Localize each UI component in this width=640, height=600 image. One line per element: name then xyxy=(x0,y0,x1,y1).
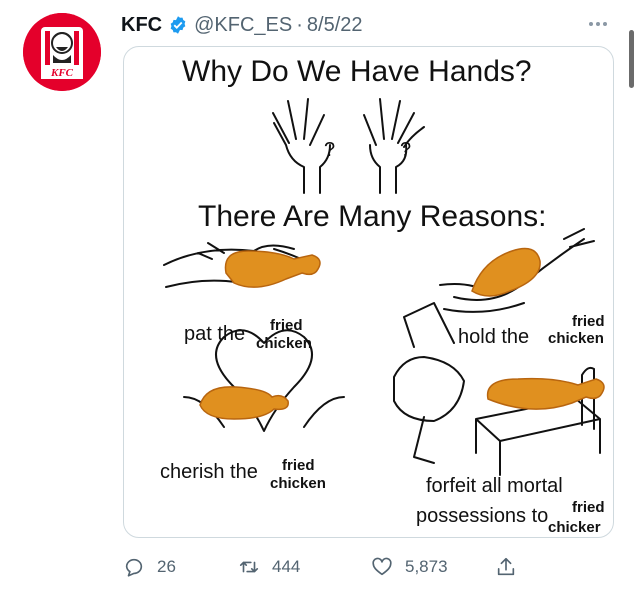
svg-text:KFC: KFC xyxy=(50,67,74,79)
caption-pat-fried: fried xyxy=(270,317,303,334)
raised-hand-left-icon xyxy=(272,98,331,194)
tweet-date[interactable]: 8/5/22 xyxy=(307,14,363,37)
verified-badge-icon xyxy=(170,16,186,34)
like-count: 5,873 xyxy=(405,557,448,576)
caption-pat-chicken: chicken xyxy=(256,335,312,352)
chicken-hold xyxy=(471,247,541,297)
like-button[interactable]: 5,873 xyxy=(371,553,448,581)
retweet-count: 444 xyxy=(272,557,301,576)
tweet-image[interactable]: Why Do We Have Hands? ? ? There Are Many… xyxy=(123,46,614,538)
caption-cherish-verb: cherish the xyxy=(160,461,258,483)
share-button[interactable] xyxy=(495,553,517,581)
separator-dot: · xyxy=(296,13,303,36)
image-title: Why Do We Have Hands? xyxy=(182,55,532,88)
fist-with-money-icon xyxy=(393,302,465,464)
chicken-bed xyxy=(486,377,605,410)
heart-icon xyxy=(372,557,392,576)
caption-cherish-chicken: chicken xyxy=(270,475,326,492)
tweet-actions: 26 444 5,873 xyxy=(123,553,543,581)
raised-hand-right-icon xyxy=(363,98,425,194)
share-icon xyxy=(497,557,515,576)
caption-forfeit-line2: possessions to xyxy=(416,505,549,527)
chicken-heart xyxy=(199,386,289,420)
reply-icon xyxy=(125,558,143,577)
fried-chicken-pieces xyxy=(199,247,605,420)
reply-count: 26 xyxy=(157,557,176,576)
caption-forfeit-fried: fried xyxy=(572,499,605,516)
caption-forfeit-line1: forfeit all mortal xyxy=(426,475,563,497)
author-handle[interactable]: @KFC_ES xyxy=(194,14,292,37)
question-mark-right: ? xyxy=(400,139,412,161)
caption-hold-fried: fried xyxy=(572,313,605,330)
caption-cherish-fried: fried xyxy=(282,457,315,474)
retweet-button[interactable]: 444 xyxy=(238,553,300,581)
image-subtitle: There Are Many Reasons: xyxy=(198,200,547,233)
author-name[interactable]: KFC xyxy=(121,14,162,37)
avatar[interactable]: KFC xyxy=(23,13,101,91)
caption-pat-verb: pat the xyxy=(184,323,246,345)
retweet-icon xyxy=(239,561,259,573)
caption-hold-chicken: chicken xyxy=(548,330,604,347)
caption-forfeit-chicken: chicker xyxy=(548,519,601,536)
scrollbar[interactable] xyxy=(629,30,634,88)
reply-button[interactable]: 26 xyxy=(123,553,176,581)
kfc-logo-icon: KFC xyxy=(23,13,101,91)
chicken-pat xyxy=(224,250,321,288)
question-mark-left: ? xyxy=(324,139,336,161)
tweet-header: KFC @KFC_ES · 8/5/22 xyxy=(121,10,363,40)
caption-hold-verb: hold the xyxy=(458,326,530,348)
more-options-icon[interactable] xyxy=(583,16,613,32)
